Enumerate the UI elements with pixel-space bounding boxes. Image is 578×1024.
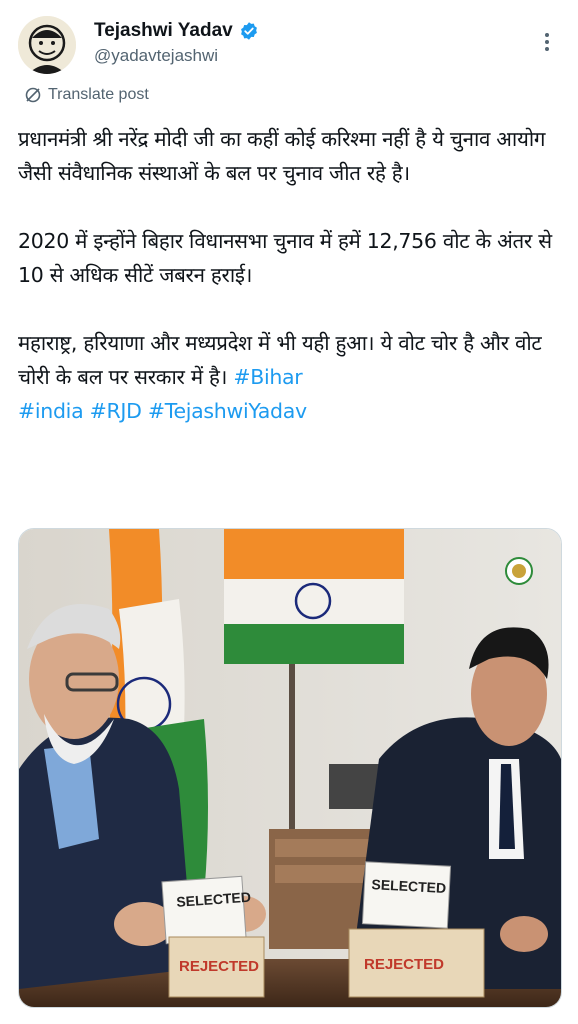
right-box-stamp: REJECTED [364,956,444,973]
post-sentence: 2020 में इन्होंने बिहार विधानसभा चुनाव म… [18,229,552,287]
translate-post-link[interactable]: Translate post [24,86,149,104]
avatar-illustration [18,16,76,74]
post-body: प्रधानमंत्री श्री नरेंद्र मोदी जी का कही… [18,122,563,428]
watermark-logo [505,557,533,585]
author-name[interactable]: Tejashwi Yadav [94,20,233,42]
hashtag-link[interactable]: #RJD [90,399,142,423]
post-image-illustration: SELECTED REJECTED SELECTED REJECTED [19,529,561,1007]
hashtag-link[interactable]: #TejashwiYadav [148,399,307,423]
verified-badge-icon [240,22,257,40]
left-ballot-box: SELECTED REJECTED [161,875,265,998]
translate-post-label: Translate post [48,86,149,103]
post-paragraph: महाराष्ट्र, हरियाणा और मध्यप्रदेश में भी… [18,326,563,428]
post-paragraph: प्रधानमंत्री श्री नरेंद्र मोदी जी का कही… [18,127,546,185]
hashtag-link[interactable]: #india [18,399,84,423]
post-image[interactable]: SELECTED REJECTED SELECTED REJECTED [18,528,562,1008]
hashtag-link[interactable]: #Bihar [233,365,302,389]
translate-icon [25,87,41,103]
left-box-stamp: REJECTED [179,958,259,975]
author-handle[interactable]: @yadavtejashwi [94,46,218,66]
avatar[interactable] [18,16,76,74]
post-paragraph: 2020 में इन्होंने बिहार विधानसभा चुनाव म… [18,224,563,292]
post-header: Tejashwi Yadav @yadavtejashwi Translate … [0,0,578,110]
more-vertical-icon[interactable] [538,28,556,56]
